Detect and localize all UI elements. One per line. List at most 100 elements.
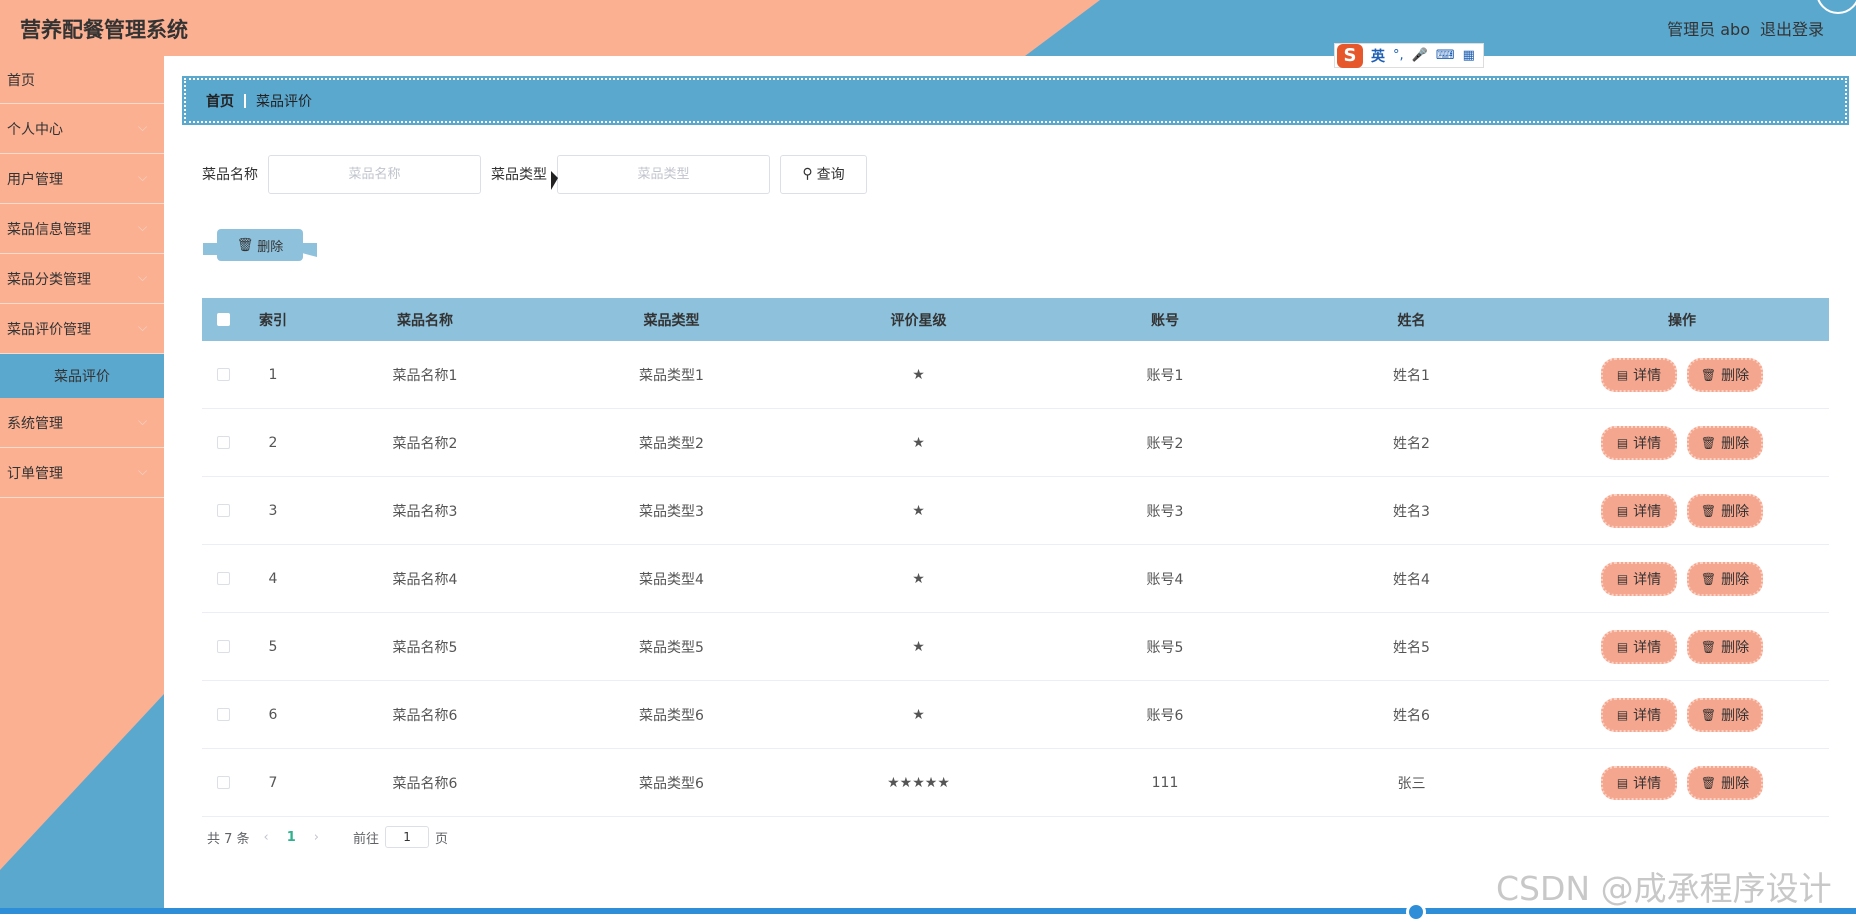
bottom-scroll-track[interactable] bbox=[0, 908, 1856, 914]
dish-name-label: 菜品名称 bbox=[202, 167, 258, 183]
ime-mode[interactable]: 英 bbox=[1371, 46, 1385, 66]
delete-button[interactable]: 🗑 删除 bbox=[1687, 629, 1763, 664]
cell-index: 7 bbox=[268, 774, 278, 791]
query-button[interactable]: ⚲ 查询 bbox=[780, 154, 867, 194]
sidebar-item-dish-info[interactable]: 菜品信息管理 ⌵ bbox=[0, 204, 164, 254]
avatar[interactable] bbox=[1816, 0, 1856, 14]
document-icon: ▤ bbox=[1616, 435, 1629, 450]
sidebar-item-label: 菜品评价管理 bbox=[7, 321, 91, 338]
sidebar-item-profile[interactable]: 个人中心 ⌵ bbox=[0, 104, 164, 154]
detail-label: 详情 bbox=[1633, 503, 1662, 520]
cell-dish-name: 菜品名称5 bbox=[392, 639, 458, 656]
sidebar-subitem-dish-review[interactable]: 菜品评价 bbox=[0, 354, 164, 398]
sidebar-item-label: 菜品分类管理 bbox=[7, 271, 91, 288]
scroll-handle[interactable] bbox=[1406, 902, 1426, 922]
delete-label: 删除 bbox=[1721, 775, 1750, 792]
cell-index: 5 bbox=[268, 638, 278, 655]
delete-label: 删除 bbox=[1721, 571, 1750, 588]
cell-account: 111 bbox=[1151, 774, 1179, 791]
cell-account: 账号4 bbox=[1146, 571, 1184, 588]
table-row: 6 菜品名称6 菜品类型6 ★ 账号6 姓名6 ▤ 详情 🗑 删除 bbox=[202, 681, 1829, 749]
sidebar-item-home[interactable]: 首页 bbox=[0, 56, 164, 104]
delete-label: 删除 bbox=[1721, 503, 1750, 520]
detail-label: 详情 bbox=[1633, 775, 1662, 792]
pager-page-suffix: 页 bbox=[435, 831, 449, 847]
cell-account: 账号6 bbox=[1146, 707, 1184, 724]
cell-stars: ★ bbox=[912, 570, 925, 587]
table-row: 2 菜品名称2 菜品类型2 ★ 账号2 姓名2 ▤ 详情 🗑 删除 bbox=[202, 409, 1829, 477]
select-all-checkbox[interactable] bbox=[216, 313, 230, 326]
sidebar-item-orders[interactable]: 订单管理 ⌵ bbox=[0, 448, 164, 498]
pager-total: 共 7 条 bbox=[207, 831, 250, 847]
sidebar-item-dish-review[interactable]: 菜品评价管理 ⌵ bbox=[0, 304, 164, 354]
chevron-left-icon[interactable]: ‹ bbox=[264, 830, 269, 845]
breadcrumb-separator bbox=[244, 93, 246, 108]
document-icon: ▤ bbox=[1616, 367, 1629, 382]
breadcrumb-home[interactable]: 首页 bbox=[206, 91, 234, 111]
row-checkbox[interactable] bbox=[216, 572, 230, 585]
delete-button[interactable]: 🗑 删除 bbox=[1687, 561, 1763, 596]
detail-button[interactable]: ▤ 详情 bbox=[1601, 357, 1677, 392]
trash-icon: 🗑 bbox=[1700, 435, 1717, 450]
dish-name-input[interactable] bbox=[268, 154, 481, 194]
delete-button[interactable]: 🗑 删除 bbox=[1687, 765, 1763, 800]
delete-button[interactable]: 🗑 删除 bbox=[1687, 357, 1763, 392]
dish-type-input[interactable] bbox=[557, 154, 770, 194]
batch-delete-button[interactable]: 🗑 删除 bbox=[203, 229, 317, 265]
col-header-stars: 评价星级 bbox=[890, 312, 947, 329]
row-checkbox[interactable] bbox=[216, 504, 230, 517]
sogou-logo-icon[interactable]: S bbox=[1337, 43, 1363, 68]
detail-button[interactable]: ▤ 详情 bbox=[1601, 493, 1677, 528]
breadcrumb-current: 菜品评价 bbox=[256, 93, 312, 110]
ime-mic-icon[interactable]: 🎤 bbox=[1412, 48, 1428, 63]
detail-button[interactable]: ▤ 详情 bbox=[1601, 697, 1677, 732]
delete-button[interactable]: 🗑 删除 bbox=[1687, 697, 1763, 732]
ime-keyboard-icon[interactable]: ⌨ bbox=[1436, 48, 1455, 63]
pager-goto-input[interactable] bbox=[385, 826, 430, 848]
delete-button[interactable]: 🗑 删除 bbox=[1687, 425, 1763, 460]
document-icon: ▤ bbox=[1616, 707, 1629, 722]
row-checkbox[interactable] bbox=[216, 708, 230, 721]
cell-dish-name: 菜品名称4 bbox=[392, 571, 458, 588]
dish-type-label: 菜品类型 bbox=[491, 167, 547, 183]
cell-stars: ★ bbox=[912, 366, 925, 383]
sidebar-item-dish-category[interactable]: 菜品分类管理 ⌵ bbox=[0, 254, 164, 304]
detail-button[interactable]: ▤ 详情 bbox=[1601, 425, 1677, 460]
sidebar-item-system[interactable]: 系统管理 ⌵ bbox=[0, 398, 164, 448]
sidebar-item-label: 个人中心 bbox=[7, 121, 63, 138]
batch-delete-body[interactable]: 🗑 删除 bbox=[217, 229, 303, 261]
table-header: 索引 菜品名称 菜品类型 评价星级 账号 姓名 操作 bbox=[202, 298, 1829, 341]
cell-username: 姓名1 bbox=[1393, 367, 1430, 384]
row-checkbox[interactable] bbox=[216, 776, 230, 789]
detail-button[interactable]: ▤ 详情 bbox=[1601, 561, 1677, 596]
detail-button[interactable]: ▤ 详情 bbox=[1601, 765, 1677, 800]
row-checkbox[interactable] bbox=[216, 640, 230, 653]
cell-index: 3 bbox=[268, 502, 278, 519]
pager-current-page[interactable]: 1 bbox=[287, 830, 296, 845]
cell-dish-type: 菜品类型2 bbox=[639, 435, 704, 452]
cell-username: 姓名6 bbox=[1393, 707, 1430, 724]
chevron-right-icon[interactable]: › bbox=[314, 830, 319, 845]
delete-button[interactable]: 🗑 删除 bbox=[1687, 493, 1763, 528]
chevron-down-icon: ⌵ bbox=[138, 414, 148, 428]
row-checkbox[interactable] bbox=[216, 368, 230, 381]
sidebar-item-label: 订单管理 bbox=[7, 465, 63, 482]
detail-label: 详情 bbox=[1633, 367, 1662, 384]
trash-icon: 🗑 bbox=[1700, 775, 1717, 790]
watermark: CSDN @成承程序设计 bbox=[1496, 869, 1832, 908]
table-body: 1 菜品名称1 菜品类型1 ★ 账号1 姓名1 ▤ 详情 🗑 删除 2 菜品名称… bbox=[202, 341, 1829, 817]
logout-link[interactable]: 退出登录 bbox=[1760, 16, 1824, 40]
detail-button[interactable]: ▤ 详情 bbox=[1601, 629, 1677, 664]
cell-account: 账号5 bbox=[1146, 639, 1184, 656]
col-header-name: 菜品名称 bbox=[397, 312, 453, 329]
sidebar-item-label: 系统管理 bbox=[7, 415, 63, 432]
sidebar-item-users[interactable]: 用户管理 ⌵ bbox=[0, 154, 164, 204]
cell-dish-type: 菜品类型6 bbox=[639, 707, 704, 724]
chevron-down-icon: ⌵ bbox=[138, 270, 148, 284]
ime-punct-icon[interactable]: °, bbox=[1393, 48, 1404, 63]
cell-username: 姓名5 bbox=[1393, 639, 1430, 656]
cell-index: 4 bbox=[268, 570, 278, 587]
chevron-down-icon: ⌵ bbox=[138, 120, 148, 134]
row-checkbox[interactable] bbox=[216, 436, 230, 449]
ime-grid-icon[interactable]: ▦ bbox=[1463, 48, 1475, 63]
